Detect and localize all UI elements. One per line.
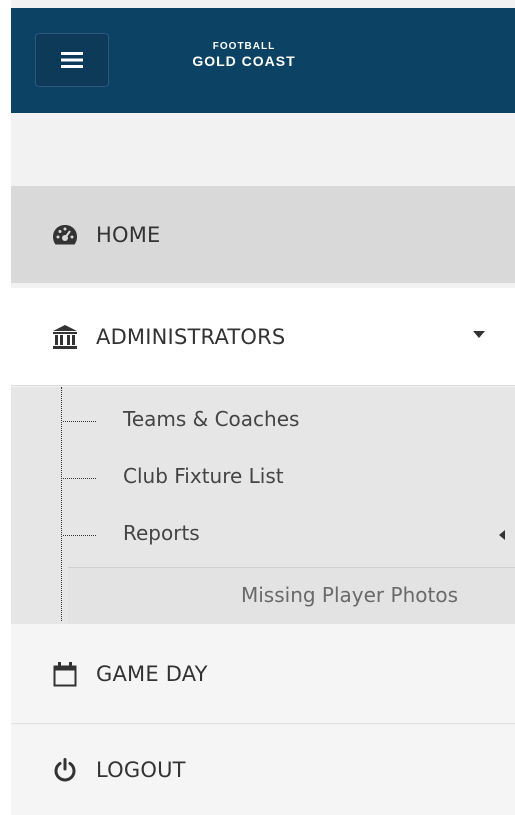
sidebar-item-administrators[interactable]: ADMINISTRATORS — [11, 288, 515, 386]
calendar-icon — [51, 660, 79, 688]
submenu-item-club-fixture-list[interactable]: Club Fixture List — [11, 452, 515, 504]
sidebar-spacer — [11, 113, 515, 186]
tree-branch — [63, 535, 96, 536]
caret-down-icon — [473, 331, 485, 338]
submenu-item-reports[interactable]: Reports — [11, 509, 515, 561]
logo-line1: FOOTBALL — [212, 41, 276, 52]
brand-logo[interactable]: FOOTBALL GOLD COAST — [169, 41, 319, 69]
menu-toggle-button[interactable] — [35, 33, 109, 87]
sidebar-item-logout[interactable]: LOGOUT — [11, 725, 515, 815]
power-icon — [51, 756, 79, 784]
tree-branch — [63, 421, 96, 422]
app-frame: FOOTBALL GOLD COAST HOME ADMINISTRATORS … — [11, 0, 515, 815]
dashboard-icon — [51, 221, 79, 249]
sidebar-item-game-day[interactable]: GAME DAY — [11, 624, 515, 724]
submenu-item-label: Club Fixture List — [123, 464, 284, 488]
submenu-item-teams-coaches[interactable]: Teams & Coaches — [11, 395, 515, 447]
hamburger-icon — [61, 52, 83, 68]
top-header: FOOTBALL GOLD COAST — [11, 8, 515, 113]
sidebar-item-administrators-label: ADMINISTRATORS — [96, 324, 286, 349]
tree-branch — [63, 478, 96, 479]
sidebar-item-home[interactable]: HOME — [11, 186, 515, 283]
logo-line2: GOLD COAST — [192, 53, 296, 69]
caret-left-icon — [499, 530, 505, 540]
submenu-item-label: Teams & Coaches — [123, 407, 300, 431]
submenu-item-missing-player-photos[interactable]: Missing Player Photos — [68, 567, 515, 624]
sidebar-item-home-label: HOME — [96, 222, 161, 247]
sidebar-item-game-day-label: GAME DAY — [96, 661, 208, 686]
sidebar-item-logout-label: LOGOUT — [96, 758, 186, 782]
administrators-submenu: Teams & Coaches Club Fixture List Report… — [11, 387, 515, 624]
submenu-item-label: Missing Player Photos — [240, 583, 458, 607]
submenu-item-label: Reports — [123, 521, 200, 545]
bank-icon — [51, 323, 79, 351]
